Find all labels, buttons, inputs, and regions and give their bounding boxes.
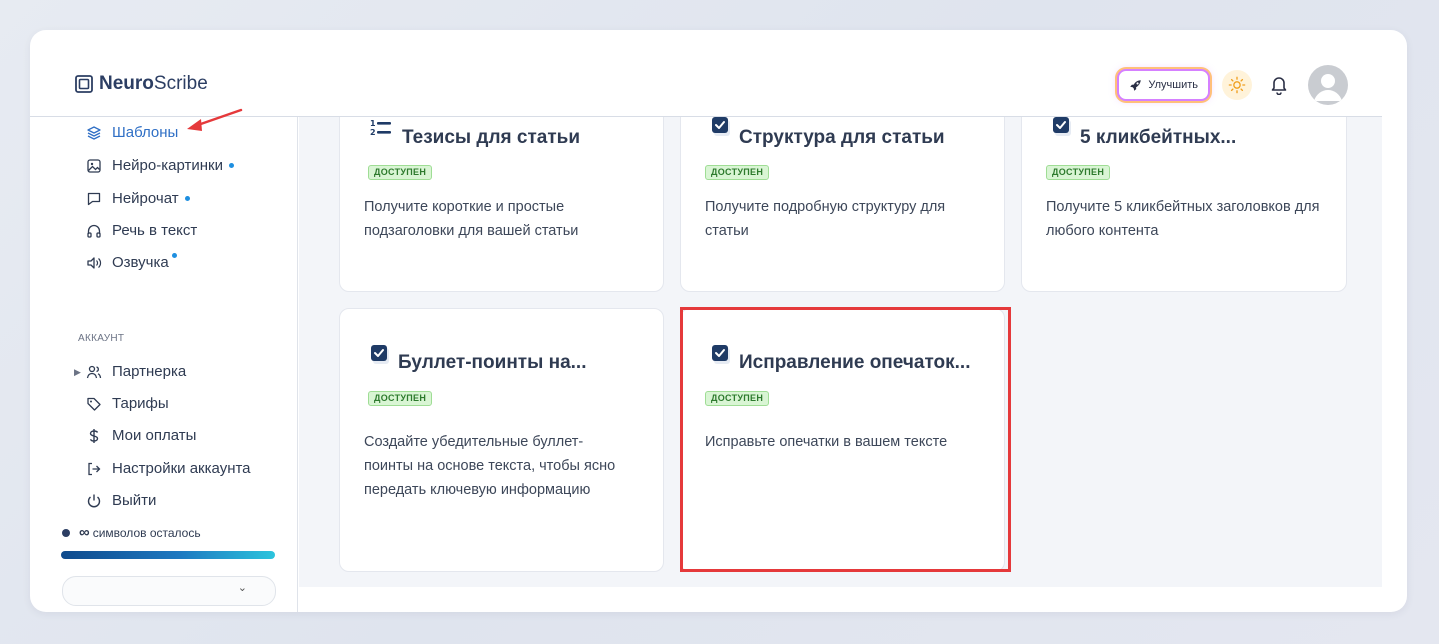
sidebar-item-partners[interactable]: Партнерка	[86, 363, 186, 380]
card-title: Тезисы для статьи	[402, 127, 581, 148]
new-dot	[171, 253, 177, 258]
checkbox-icon	[371, 345, 389, 364]
app-window: Neuro Scribe Улучшить Шаблоны Нейро-карт…	[30, 30, 1407, 612]
header-actions: Улучшить	[1117, 65, 1348, 105]
templates-grid: 1 2 Тезисы для статьи ДОСТУПЕН Получите …	[299, 117, 1382, 587]
layers-icon	[87, 125, 101, 140]
chat-icon	[87, 192, 101, 205]
card-title: Структура для статьи	[739, 127, 945, 148]
status-badge: ДОСТУПЕН	[1046, 165, 1111, 180]
chevron-icon: ⌄	[237, 582, 247, 594]
sidebar-item-label: Выйти	[112, 492, 157, 509]
card-description: Создайте убедительные буллет-поинты на о…	[364, 434, 616, 498]
bell-icon	[1271, 77, 1287, 95]
template-card[interactable]: 1 2 Тезисы для статьи ДОСТУПЕН Получите …	[339, 117, 664, 292]
logo-text-bold: Neuro	[99, 73, 154, 94]
status-badge: ДОСТУПЕН	[705, 165, 770, 180]
logo[interactable]: Neuro Scribe	[75, 73, 208, 95]
card-description: Получите 5 кликбейтных заголовков для лю…	[1046, 199, 1320, 239]
notifications-button[interactable]	[1268, 74, 1290, 96]
login-icon	[88, 462, 101, 475]
template-card[interactable]: Буллет-поинты на... ДОСТУПЕН Создайте уб…	[339, 308, 664, 572]
sidebar-item-label: Нейро-картинки	[112, 157, 223, 174]
avatar[interactable]	[1308, 65, 1348, 105]
list-icon: 1 2	[370, 119, 391, 137]
bottom-toggle[interactable]: ⌄	[62, 576, 276, 606]
sidebar-item-label: Настройки аккаунта	[112, 460, 251, 477]
checkbox-icon	[712, 117, 730, 136]
sidebar-item-label: Озвучка	[112, 254, 169, 271]
dollar-icon	[89, 428, 99, 443]
chars-progress-bar	[61, 551, 275, 559]
status-badge: ДОСТУПЕН	[705, 391, 770, 406]
rocket-icon	[1130, 79, 1142, 91]
svg-text:1: 1	[370, 119, 376, 128]
upgrade-label: Улучшить	[1148, 79, 1198, 91]
card-title: Буллет-поинты на...	[398, 352, 587, 373]
infinity-symbol: ∞	[79, 524, 90, 541]
caret-right-icon[interactable]: ▶	[74, 367, 81, 378]
headphones-icon	[87, 224, 101, 238]
card-title: Исправление опечаток...	[739, 352, 971, 373]
user-avatar-icon	[1314, 74, 1342, 101]
sidebar-item-label: Партнерка	[112, 363, 187, 380]
logo-text: Scribe	[153, 73, 208, 94]
chars-left: ∞ символов осталось	[62, 525, 201, 540]
red-arrow-icon	[187, 108, 243, 131]
image-icon	[87, 158, 101, 173]
sidebar-item-voiceover[interactable]: Озвучка	[86, 253, 177, 271]
sidebar-item-label: Тарифы	[112, 395, 169, 412]
checkbox-icon	[712, 345, 730, 364]
svg-text:2: 2	[370, 128, 376, 137]
sidebar-item-neuro-images[interactable]: Нейро-картинки	[86, 157, 234, 174]
logo-icon	[75, 75, 93, 93]
card-title: 5 кликбейтных...	[1080, 127, 1237, 148]
theme-toggle[interactable]	[1222, 70, 1252, 100]
card-description: Получите короткие и простые подзаголовки…	[364, 199, 579, 239]
sidebar-item-label: Шаблоны	[112, 124, 179, 141]
sidebar-item-payments[interactable]: Мои оплаты	[86, 427, 196, 444]
section-title-account: АККАУНТ	[78, 333, 125, 344]
power-icon	[87, 494, 101, 507]
status-badge: ДОСТУПЕН	[368, 391, 433, 406]
bullet-icon	[62, 528, 70, 537]
upgrade-button[interactable]: Улучшить	[1117, 69, 1210, 101]
users-icon	[86, 365, 102, 378]
card-description: Исправьте опечатки в вашем тексте	[705, 434, 948, 450]
sidebar-item-tariffs[interactable]: Тарифы	[86, 395, 169, 412]
sidebar-item-speech-to-text[interactable]: Речь в текст	[86, 222, 197, 239]
template-card[interactable]: Исправление опечаток... ДОСТУПЕН Исправь…	[680, 308, 1005, 572]
sidebar-item-logout[interactable]: Выйти	[86, 492, 156, 509]
template-card[interactable]: Структура для статьи ДОСТУПЕН Получите п…	[680, 117, 1005, 292]
sidebar-item-label: Нейрочат	[112, 190, 179, 207]
sidebar-item-templates[interactable]: Шаблоны	[86, 124, 178, 141]
new-dot	[184, 196, 190, 201]
card-description: Получите подробную структуру для статьи	[705, 199, 946, 239]
new-dot	[228, 163, 234, 168]
sidebar-item-label: Речь в текст	[112, 222, 198, 239]
sun-icon	[1228, 76, 1246, 94]
chars-left-label: символов осталось	[92, 525, 201, 540]
sidebar-item-label: Мои оплаты	[112, 427, 197, 444]
status-badge: ДОСТУПЕН	[368, 165, 433, 180]
sidebar-item-account-settings[interactable]: Настройки аккаунта	[86, 460, 251, 477]
speaker-icon	[87, 256, 102, 269]
sidebar-item-neurochat[interactable]: Нейрочат	[86, 190, 190, 207]
checkbox-icon	[1053, 117, 1071, 136]
template-card[interactable]: 5 кликбейтных... ДОСТУПЕН Получите 5 кли…	[1021, 117, 1347, 292]
tag-icon	[87, 397, 101, 411]
